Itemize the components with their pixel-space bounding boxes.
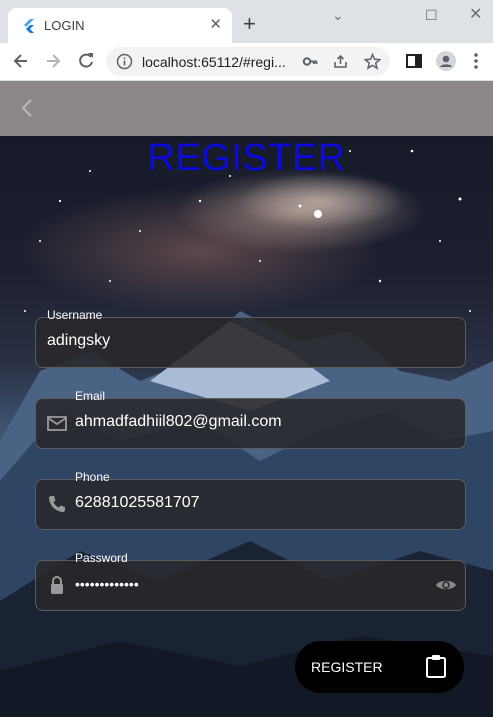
- phone-label: Phone: [75, 470, 110, 484]
- phone-icon: [49, 496, 65, 512]
- phone-field[interactable]: Phone 62881025581707: [35, 470, 466, 530]
- flutter-icon: [24, 19, 34, 33]
- password-field[interactable]: Password •••••••••••••: [35, 551, 466, 611]
- tab-close-icon[interactable]: ✕: [209, 16, 222, 34]
- back-chevron-icon[interactable]: [16, 96, 40, 120]
- mail-icon: [47, 416, 67, 431]
- share-icon[interactable]: [332, 53, 349, 70]
- address-bar[interactable]: localhost:65112/#regi...: [106, 47, 390, 76]
- tab-title: LOGIN: [44, 18, 85, 33]
- lock-icon: [51, 576, 63, 594]
- username-field[interactable]: Username adingsky: [35, 308, 466, 368]
- url-text: localhost:65112/#regi...: [142, 54, 286, 70]
- minimize-button[interactable]: ⌄: [332, 6, 344, 24]
- kebab-menu-icon[interactable]: [466, 51, 486, 71]
- forward-arrow-icon[interactable]: [43, 51, 63, 71]
- info-icon[interactable]: [116, 53, 133, 70]
- app-bar: [0, 81, 493, 136]
- register-page: REGISTER Username adingsky Email ahmadfa…: [0, 81, 493, 717]
- email-input[interactable]: ahmadfadhiil802@gmail.com: [75, 413, 282, 431]
- clipboard-icon: [426, 655, 446, 678]
- register-button-label: REGISTER: [311, 659, 383, 675]
- register-button[interactable]: REGISTER: [295, 641, 464, 693]
- key-icon[interactable]: [302, 53, 319, 70]
- side-panel-icon[interactable]: [404, 51, 424, 71]
- star-icon[interactable]: [364, 53, 381, 70]
- username-label: Username: [47, 308, 103, 322]
- password-input[interactable]: •••••••••••••: [75, 576, 139, 592]
- username-input[interactable]: adingsky: [47, 332, 110, 350]
- browser-toolbar: localhost:65112/#regi...: [0, 43, 493, 81]
- window-close-button[interactable]: ✕: [469, 6, 482, 24]
- page-title: REGISTER: [147, 137, 346, 179]
- email-label: Email: [75, 389, 106, 403]
- email-field[interactable]: Email ahmadfadhiil802@gmail.com: [35, 389, 466, 449]
- profile-avatar-icon[interactable]: [436, 51, 456, 71]
- reload-icon[interactable]: [76, 51, 96, 71]
- browser-tab[interactable]: LOGIN ✕: [8, 8, 232, 43]
- back-arrow-icon[interactable]: [11, 51, 31, 71]
- phone-input[interactable]: 62881025581707: [75, 494, 200, 512]
- password-label: Password: [75, 551, 128, 565]
- new-tab-button[interactable]: +: [243, 13, 256, 35]
- eye-icon[interactable]: [435, 574, 457, 596]
- browser-tab-strip: LOGIN ✕ + ⌄ ☐ ✕: [0, 0, 493, 43]
- maximize-button[interactable]: ☐: [425, 6, 438, 24]
